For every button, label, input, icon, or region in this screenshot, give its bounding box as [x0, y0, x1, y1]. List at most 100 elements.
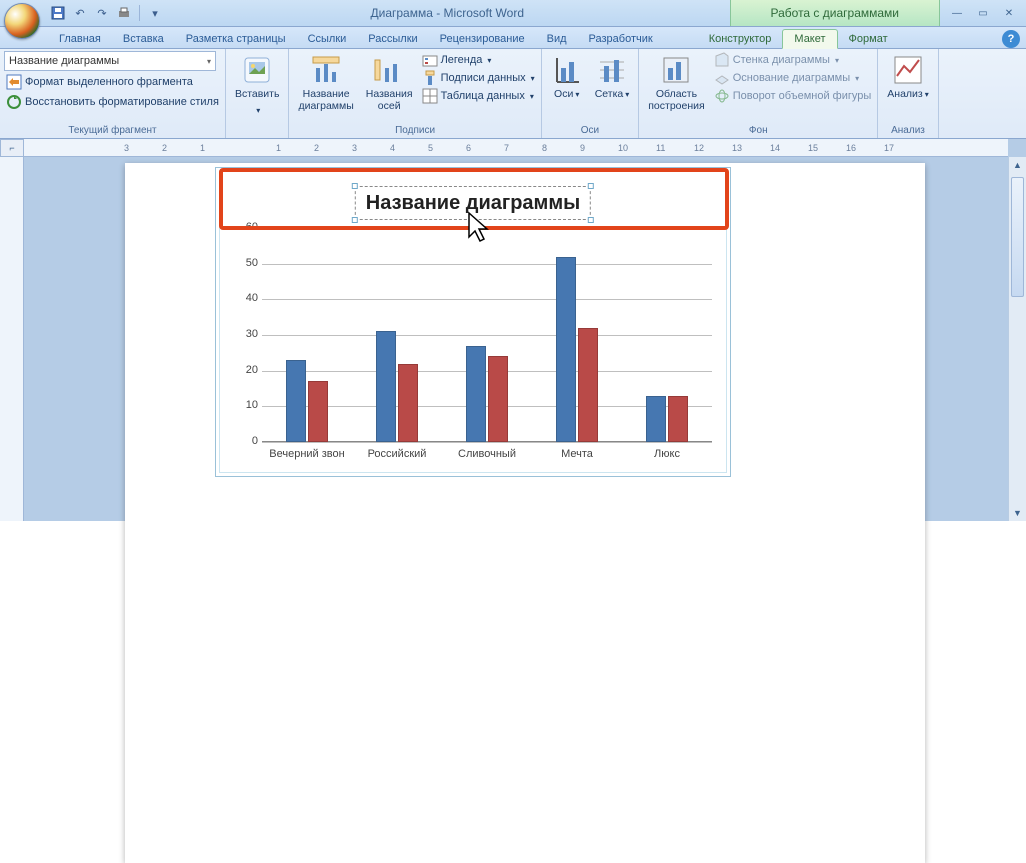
selection-handle[interactable] [352, 183, 358, 189]
insert-button[interactable]: Вставить [230, 51, 285, 124]
chart-x-tick-label: Мечта [561, 448, 593, 460]
chart-bar[interactable] [308, 381, 328, 442]
dropdown-arrow-icon [528, 90, 534, 102]
reset-style-button[interactable]: Восстановить форматирование стиля [4, 93, 221, 111]
ruler-tick: 2 [314, 143, 319, 153]
print-icon[interactable] [114, 3, 134, 23]
scroll-down-icon[interactable]: ▼ [1009, 505, 1026, 521]
ruler-tick: 3 [352, 143, 357, 153]
plot-area-button[interactable]: Область построения [643, 51, 709, 124]
format-selection-label: Формат выделенного фрагмента [25, 76, 193, 88]
chart-title-button[interactable]: Название диаграммы [293, 51, 358, 124]
tab-chart-design[interactable]: Конструктор [698, 30, 783, 48]
dropdown-arrow-icon [833, 54, 839, 66]
ruler-tick: 3 [124, 143, 129, 153]
tab-mailings[interactable]: Рассылки [357, 30, 428, 48]
minimize-button[interactable]: — [944, 5, 970, 21]
chart-bar[interactable] [556, 257, 576, 442]
data-labels-button[interactable]: Подписи данных [420, 69, 537, 87]
ruler-tick: 9 [580, 143, 585, 153]
group-label-current: Текущий фрагмент [4, 124, 221, 138]
close-button[interactable]: ✕ [996, 5, 1022, 21]
document-page: Название диаграммы 0102030405060Вечерний… [125, 163, 925, 863]
selection-handle[interactable] [588, 183, 594, 189]
maximize-button[interactable]: ▭ [970, 5, 996, 21]
axes-button[interactable]: Оси [546, 51, 588, 124]
legend-icon [422, 52, 438, 68]
group-labels: Название диаграммы Названия осей Легенда… [289, 49, 541, 138]
chart-object[interactable]: Название диаграммы 0102030405060Вечерний… [215, 167, 731, 477]
tab-review[interactable]: Рецензирование [429, 30, 536, 48]
gridlines-button[interactable]: Сетка [590, 51, 635, 124]
chart-bar[interactable] [466, 346, 486, 442]
help-button[interactable]: ? [1002, 30, 1020, 48]
chart-grid-line [262, 335, 712, 336]
scroll-up-icon[interactable]: ▲ [1009, 157, 1026, 173]
dropdown-arrow-icon [254, 100, 260, 118]
data-table-icon [422, 88, 438, 104]
window-controls: — ▭ ✕ [944, 5, 1022, 21]
chart-title[interactable]: Название диаграммы [355, 186, 591, 220]
chart-x-tick-label: Сливочный [458, 448, 516, 460]
chart-element-selector[interactable]: Название диаграммы [4, 51, 216, 71]
save-icon[interactable] [48, 3, 68, 23]
chart-grid-line [262, 442, 712, 443]
chart-x-tick-label: Люкс [654, 448, 680, 460]
tab-view[interactable]: Вид [536, 30, 578, 48]
chart-bar[interactable] [398, 364, 418, 442]
vertical-ruler[interactable] [0, 157, 24, 521]
axis-titles-label: Названия осей [366, 88, 413, 112]
chart-plot-area[interactable]: 0102030405060Вечерний звонРоссийскийСлив… [262, 228, 712, 442]
chart-floor-label: Основание диаграммы [733, 72, 850, 84]
chart-grid-line [262, 264, 712, 265]
group-label-analysis: Анализ [882, 124, 933, 138]
chart-bar[interactable] [488, 356, 508, 442]
analysis-button[interactable]: Анализ [882, 51, 933, 124]
ruler-tick: 11 [656, 143, 665, 153]
ruler-tick: 17 [884, 143, 894, 153]
horizontal-ruler[interactable]: 3211234567891011121314151617 [24, 139, 1008, 157]
data-labels-label: Подписи данных [441, 72, 526, 84]
selection-handle[interactable] [352, 217, 358, 223]
ruler-tick: 6 [466, 143, 471, 153]
tab-page-layout[interactable]: Разметка страницы [175, 30, 297, 48]
undo-icon[interactable]: ↶ [70, 3, 90, 23]
scrollbar-thumb[interactable] [1011, 177, 1024, 297]
chart-bar[interactable] [578, 328, 598, 442]
group-label-insert [230, 124, 285, 138]
insert-icon [241, 54, 273, 86]
redo-icon[interactable]: ↷ [92, 3, 112, 23]
group-axes: Оси Сетка Оси [542, 49, 640, 138]
title-bar: ↶ ↷ ▾ Диаграмма - Microsoft Word Работа … [0, 0, 1026, 27]
vertical-scrollbar[interactable]: ▲ ▼ [1008, 157, 1026, 521]
tab-home[interactable]: Главная [48, 30, 112, 48]
axis-titles-button[interactable]: Названия осей [361, 51, 418, 124]
office-button[interactable] [4, 3, 40, 39]
chart-x-tick-label: Российский [368, 448, 427, 460]
tab-insert[interactable]: Вставка [112, 30, 175, 48]
qat-customize-icon[interactable]: ▾ [145, 3, 165, 23]
chart-y-tick-label: 50 [234, 257, 258, 269]
chart-bar[interactable] [376, 331, 396, 442]
data-table-button[interactable]: Таблица данных [420, 87, 537, 105]
tab-references[interactable]: Ссылки [297, 30, 358, 48]
ruler-tick: 5 [428, 143, 433, 153]
chart-floor-button: Основание диаграммы [712, 69, 874, 87]
chart-grid-line [262, 371, 712, 372]
ruler-tick: 12 [694, 143, 704, 153]
ruler-corner[interactable]: ⌐ [0, 139, 24, 157]
legend-button[interactable]: Легенда [420, 51, 537, 69]
chart-floor-icon [714, 70, 730, 86]
document-workspace: ⌐ 3211234567891011121314151617 ▲ ▼ Назва… [0, 139, 1026, 521]
format-selection-button[interactable]: Формат выделенного фрагмента [4, 73, 221, 91]
ribbon: Название диаграммы Формат выделенного фр… [0, 49, 1026, 139]
data-labels-icon [422, 70, 438, 86]
selection-handle[interactable] [588, 217, 594, 223]
chart-bar[interactable] [286, 360, 306, 442]
tab-chart-layout[interactable]: Макет [782, 29, 837, 49]
tab-chart-format[interactable]: Формат [838, 30, 899, 48]
chart-y-tick-label: 0 [234, 435, 258, 447]
tab-developer[interactable]: Разработчик [578, 30, 664, 48]
chart-bar[interactable] [668, 396, 688, 442]
chart-bar[interactable] [646, 396, 666, 442]
